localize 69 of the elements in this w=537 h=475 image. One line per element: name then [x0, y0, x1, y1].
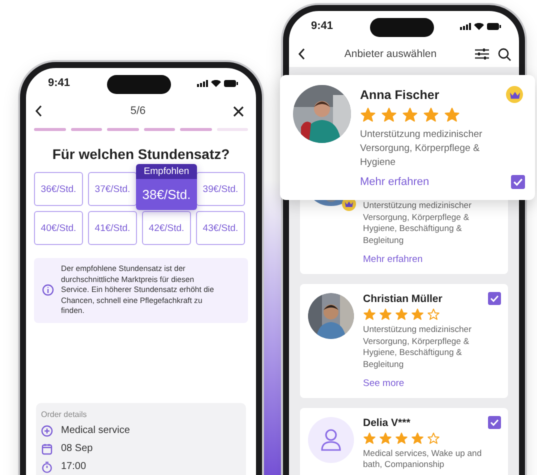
- rate-option[interactable]: 42€/Std.: [142, 211, 191, 245]
- rate-option[interactable]: 40€/Std.: [34, 211, 83, 245]
- rate-option[interactable]: 39€/Std.: [196, 172, 245, 206]
- camera-island: [107, 75, 171, 94]
- back-icon[interactable]: [35, 105, 43, 117]
- search-icon[interactable]: [498, 48, 511, 60]
- provider-card[interactable]: Unterstützung medizinischer Versorgung, Körperpflege & Hygiene, Beschäftigung & Begleitung Mehr erfahren: [300, 197, 508, 274]
- wifi-icon: [474, 22, 484, 30]
- star-icon: [395, 308, 408, 321]
- screen-title: Anbieter auswählen: [343, 48, 438, 60]
- provider-card[interactable]: Delia V*** Medical services, Wake up and bath, Companionship: [300, 408, 508, 475]
- star-icon: [444, 107, 460, 123]
- more-link[interactable]: See more: [363, 378, 486, 389]
- star-icon: [411, 432, 424, 445]
- star-icon: [411, 308, 424, 321]
- more-link[interactable]: Mehr erfahren: [360, 176, 511, 188]
- featured-provider-card[interactable]: Anna Fischer Unterstützung medizinischer Versorgung, Körperpflege & Hygiene Mehr erfahren: [280, 75, 535, 200]
- star-icon: [363, 308, 376, 321]
- wifi-icon: [211, 80, 221, 86]
- close-icon[interactable]: [232, 106, 244, 116]
- rate-option[interactable]: 36€/Std.: [34, 172, 83, 206]
- question-title: Für welchen Stundensatz?: [51, 146, 231, 162]
- signal-icon: [460, 22, 471, 30]
- star-icon: [427, 308, 440, 321]
- calendar-icon: [41, 442, 53, 454]
- order-detail: Medical service: [61, 425, 130, 436]
- star-icon: [395, 432, 408, 445]
- star-icon: [379, 308, 392, 321]
- battery-icon: [487, 22, 501, 30]
- star-icon: [402, 107, 418, 123]
- recommended-badge: Empfohlen: [136, 164, 197, 179]
- status-time: 9:41: [311, 20, 334, 32]
- star-icon: [363, 432, 376, 445]
- star-icon: [360, 107, 376, 123]
- battery-icon: [224, 80, 238, 86]
- order-detail: 17:00: [61, 461, 86, 472]
- order-detail: 08 Sep: [61, 443, 93, 454]
- status-time: 9:41: [48, 77, 70, 89]
- checkbox[interactable]: [488, 292, 501, 305]
- recommended-rate-option[interactable]: Empfohlen 38€/Std.: [136, 164, 197, 210]
- provider-card[interactable]: Christian Müller Unterstützung medizinischer Versorgung, Körperpflege & Hygiene, Beschäftigung & Begleitung See more: [300, 284, 508, 398]
- provider-description: Unterstützung medizinischer Versorgung, Körperpflege & Hygiene, Beschäftigung & Begleitung: [363, 200, 472, 247]
- star-icon: [379, 432, 392, 445]
- info-icon: [42, 284, 54, 296]
- provider-description: Unterstützung medizinischer Versorgung, Körperpflege & Hygiene: [360, 128, 484, 170]
- filter-icon[interactable]: [475, 48, 489, 60]
- step-counter: 5/6: [130, 105, 146, 117]
- provider-description: Unterstützung medizinischer Versorgung, Körperpflege & Hygiene, Beschäftigung & Begleitung: [363, 324, 472, 371]
- checkbox[interactable]: [488, 416, 501, 429]
- star-icon: [381, 107, 397, 123]
- rate-option[interactable]: 43€/Std.: [196, 211, 245, 245]
- rate-label: 38€/Std.: [136, 179, 197, 210]
- order-details-title: Order details: [41, 410, 88, 418]
- stopwatch-icon: [41, 460, 53, 472]
- provider-name: Delia V***: [363, 416, 412, 429]
- camera-island: [370, 18, 434, 37]
- plus-circle-icon: [41, 424, 53, 436]
- star-icon: [423, 107, 439, 123]
- back-icon[interactable]: [298, 48, 306, 60]
- provider-name: Anna Fischer: [360, 88, 440, 102]
- rate-option[interactable]: 37€/Std.: [88, 172, 137, 206]
- rate-option[interactable]: 41€/Std.: [88, 211, 137, 245]
- signal-icon: [197, 80, 208, 86]
- provider-description: Medical services, Wake up and bath, Companionship: [363, 448, 483, 472]
- checkbox[interactable]: [511, 175, 525, 189]
- person-icon: [321, 428, 341, 451]
- star-icon: [427, 432, 440, 445]
- more-link[interactable]: Mehr erfahren: [363, 254, 486, 265]
- provider-name: Christian Müller: [363, 292, 444, 305]
